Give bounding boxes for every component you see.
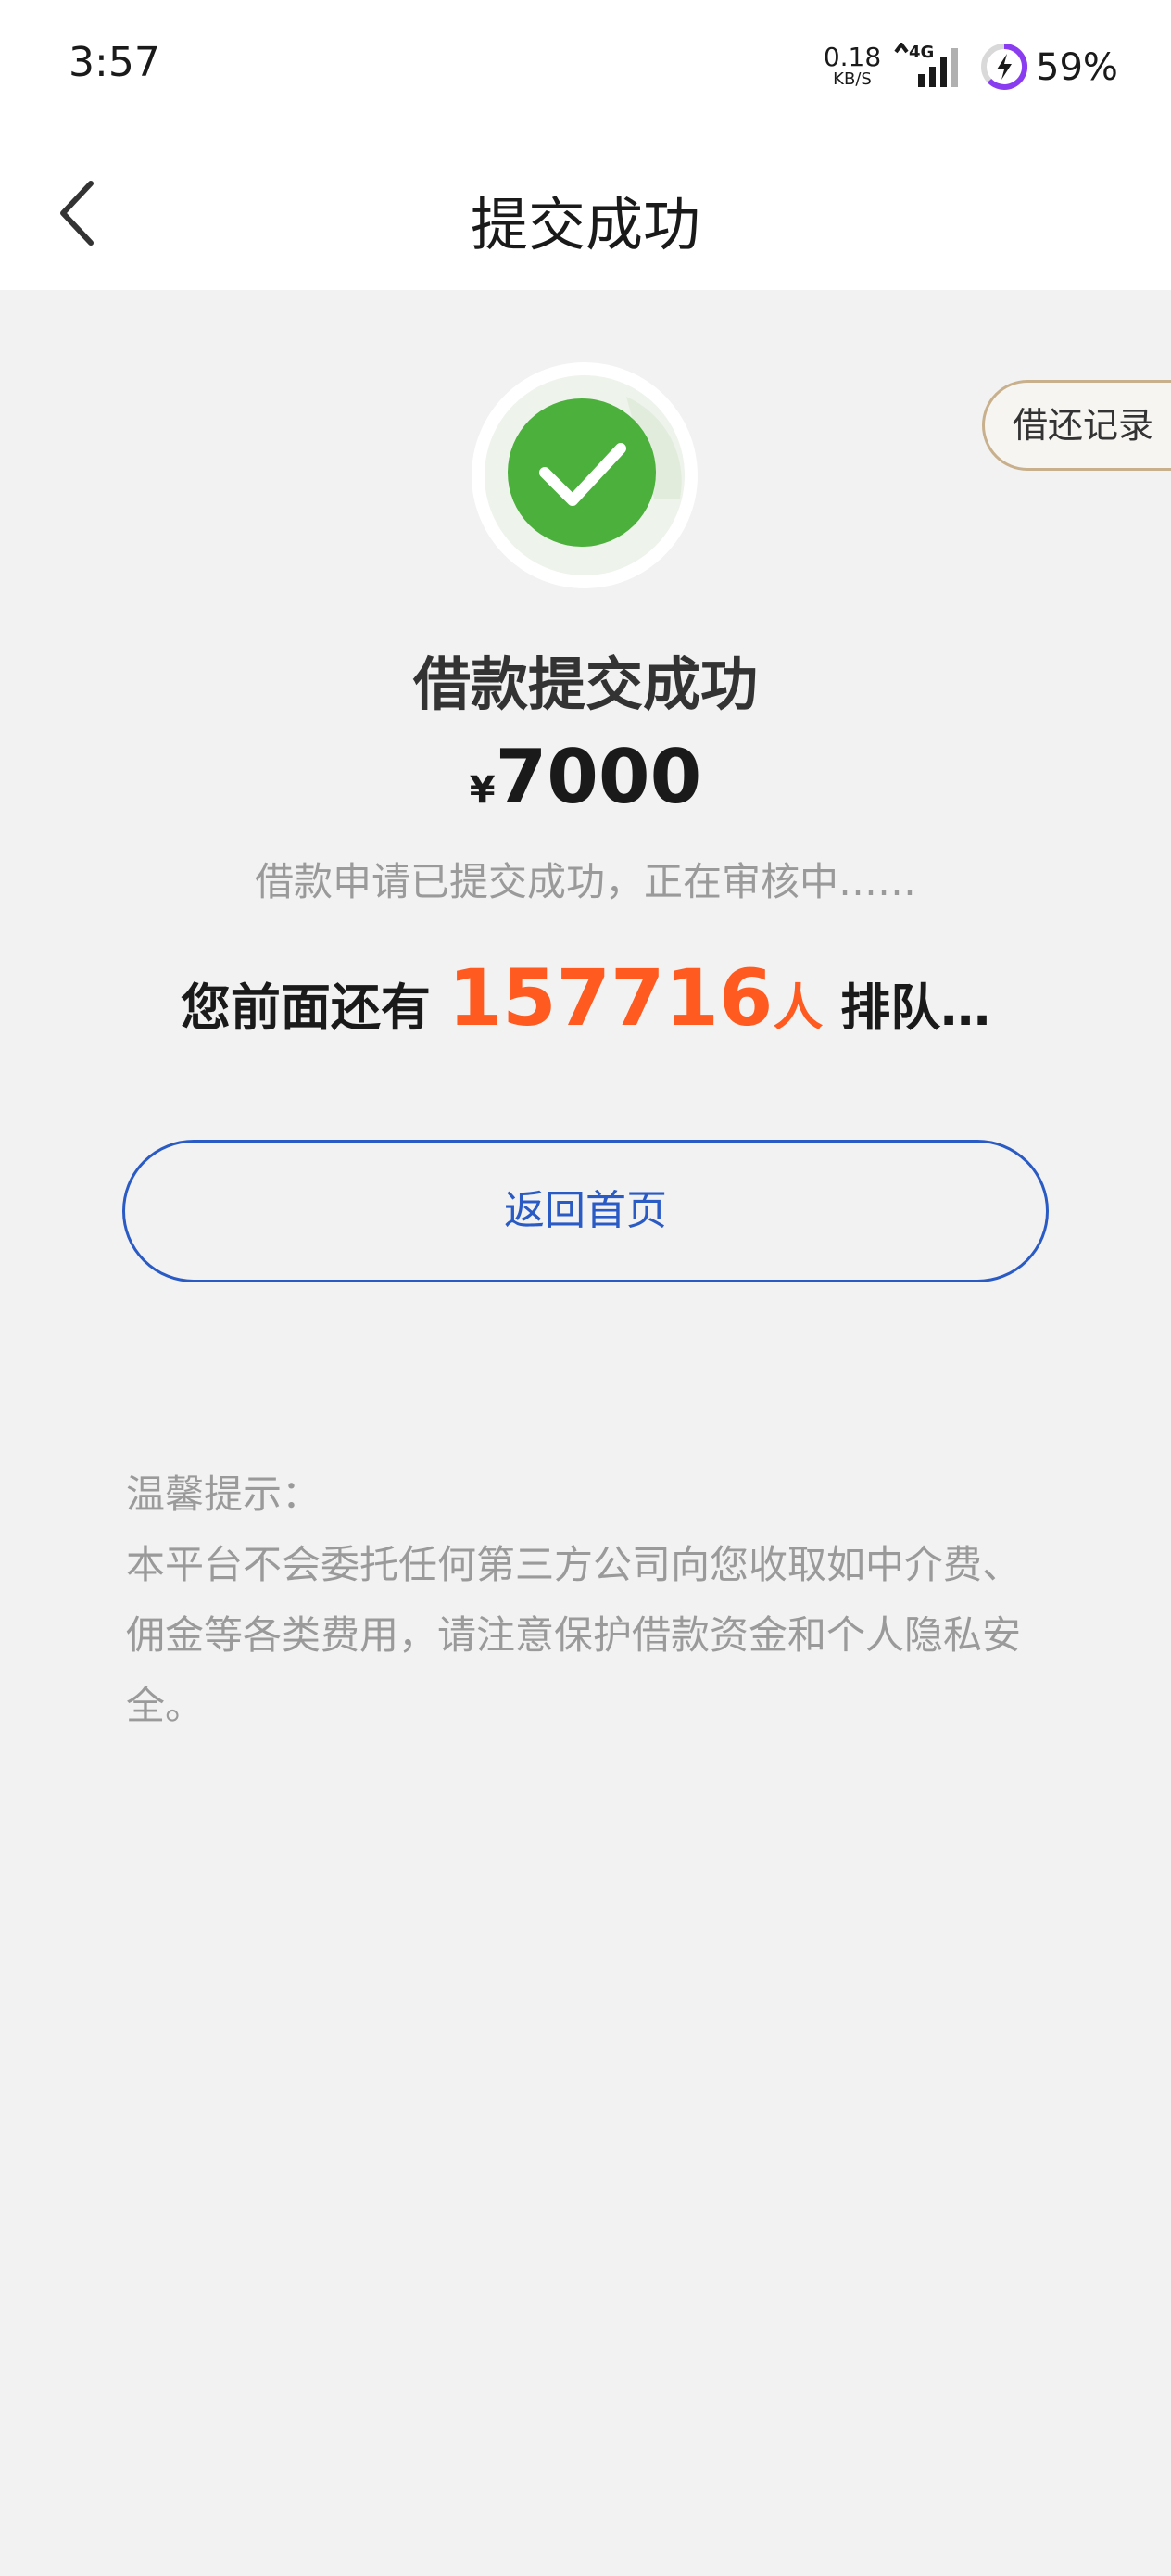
- network-type: 4G: [909, 43, 934, 62]
- net-speed-unit: KB/S: [833, 69, 872, 89]
- signal-icon: 4G: [894, 43, 958, 87]
- success-check-icon: [472, 362, 698, 588]
- queue-info: 您前面还有 157716人 排队…: [0, 953, 1171, 1043]
- tips-title: 温馨提示：: [126, 1471, 321, 1517]
- tips-section: 温馨提示： 本平台不会委托任何第三方公司向您收取如中介费、佣金等各类费用，请注意…: [126, 1459, 1052, 1741]
- tips-body: 本平台不会委托任何第三方公司向您收取如中介费、佣金等各类费用，请注意保护借款资金…: [126, 1542, 1022, 1728]
- page-title: 提交成功: [470, 191, 700, 259]
- return-home-button[interactable]: 返回首页: [122, 1140, 1049, 1282]
- queue-suffix: 排队…: [840, 979, 991, 1037]
- amount-value: 7000: [495, 734, 702, 820]
- header-bar: 3:57 0.18 KB/S 4G 59% 提交成功: [0, 0, 1171, 290]
- review-status: 借款申请已提交成功，正在审核中……: [254, 859, 916, 904]
- battery-percent: 59%: [1036, 46, 1118, 89]
- queue-unit: 人: [773, 979, 824, 1037]
- status-time: 3:57: [69, 39, 160, 86]
- loan-records-button[interactable]: 借还记录: [982, 380, 1171, 471]
- result-title: 借款提交成功: [412, 650, 758, 718]
- net-speed: 0.18 KB/S: [823, 44, 882, 89]
- net-speed-value: 0.18: [823, 42, 882, 72]
- loan-amount: ¥7000: [0, 734, 1171, 820]
- battery-icon: [981, 43, 1028, 90]
- queue-count: 157716: [447, 953, 774, 1043]
- queue-prefix: 您前面还有: [180, 979, 431, 1037]
- currency-symbol: ¥: [469, 769, 496, 812]
